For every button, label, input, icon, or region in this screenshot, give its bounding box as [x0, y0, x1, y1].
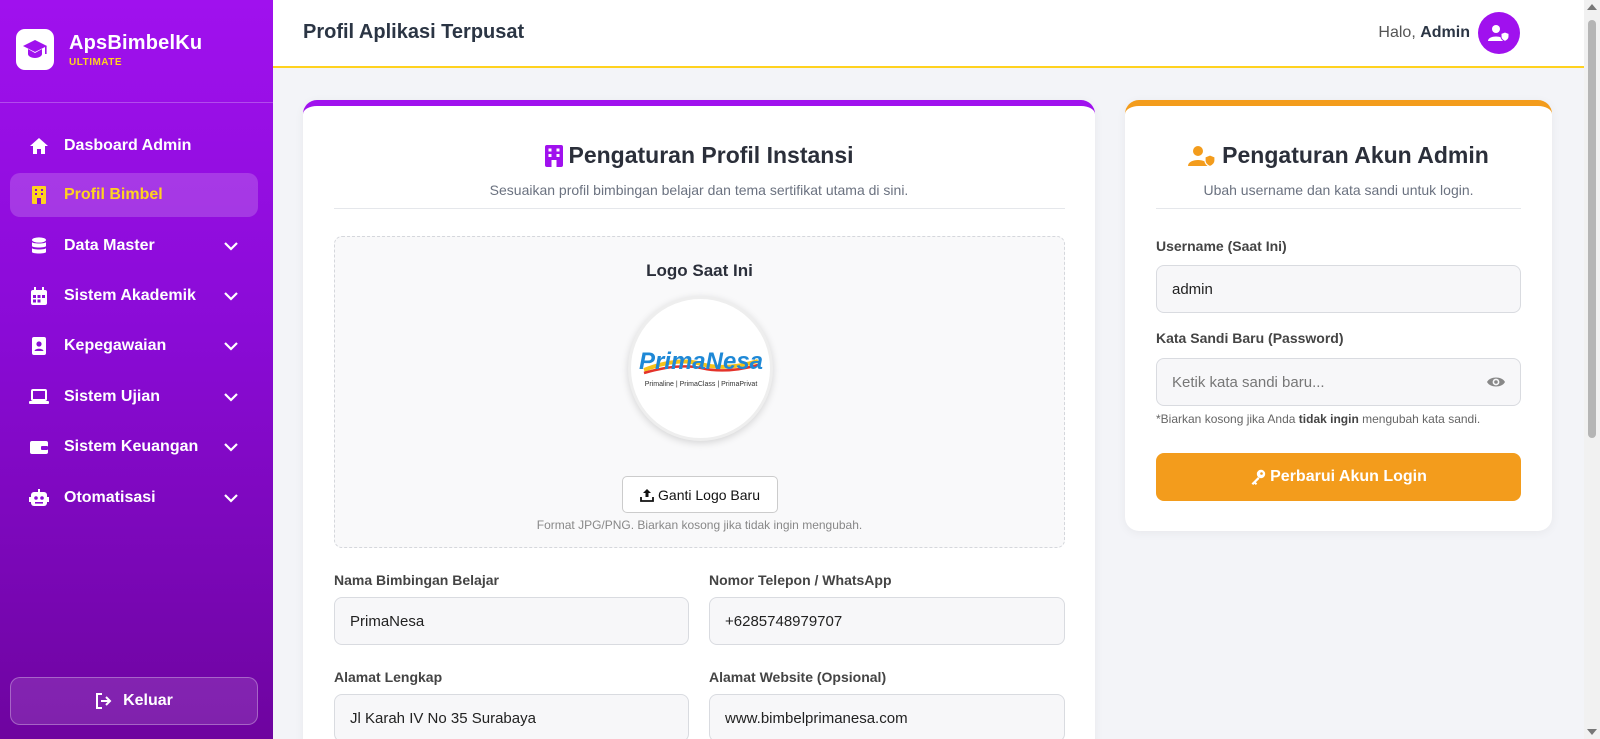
chevron-down-icon — [224, 393, 238, 402]
update-account-button[interactable]: Perbarui Akun Login — [1156, 453, 1521, 501]
top-header: Profil Aplikasi Terpusat Halo, Admin — [273, 0, 1584, 68]
brand-name: ApsBimbelKu — [69, 31, 203, 54]
user-shield-icon — [1488, 25, 1510, 42]
password-input[interactable]: Ketik kata sandi baru... — [1156, 358, 1521, 406]
logo-wordmark: PrimaNesa — [638, 348, 762, 375]
sidebar-item-sistem-ujian[interactable]: Sistem Ujian — [10, 375, 258, 419]
greeting-user: Admin — [1420, 24, 1470, 41]
chevron-down-icon — [224, 494, 238, 503]
chevron-down-icon — [224, 443, 238, 452]
sidebar-item-label: Sistem Keuangan — [64, 438, 199, 455]
laptop-icon — [28, 386, 50, 408]
card-divider — [1156, 208, 1521, 209]
phone-label: Nomor Telepon / WhatsApp — [709, 572, 892, 588]
greeting: Halo, Admin — [1378, 24, 1470, 42]
sidebar-item-label: Data Master — [64, 237, 155, 254]
scroll-down-icon[interactable] — [1587, 729, 1597, 735]
website-input[interactable]: www.bimbelprimanesa.com — [709, 694, 1065, 739]
profile-card-subtitle: Sesuaikan profil bimbingan belajar dan t… — [489, 181, 909, 198]
profile-card-title: Pengaturan Profil Instansi — [544, 142, 854, 169]
logout-label: Keluar — [123, 692, 173, 709]
building-icon — [28, 184, 50, 206]
sidebar-item-label: Sistem Akademik — [64, 287, 196, 304]
sidebar-item-sistem-akademik[interactable]: Sistem Akademik — [10, 274, 258, 318]
user-shield-icon — [1188, 145, 1216, 167]
upload-hint: Format JPG/PNG. Biarkan kosong jika tida… — [536, 518, 863, 532]
key-icon — [1251, 469, 1266, 485]
chevron-down-icon — [224, 342, 238, 351]
page-scrollbar[interactable] — [1584, 0, 1600, 739]
change-logo-button[interactable]: Ganti Logo Baru — [622, 476, 778, 513]
account-card-title: Pengaturan Akun Admin — [1188, 142, 1489, 169]
page-title: Profil Aplikasi Terpusat — [303, 21, 525, 43]
password-placeholder: Ketik kata sandi baru... — [1172, 373, 1325, 391]
name-input[interactable]: PrimaNesa — [334, 597, 689, 645]
phone-input[interactable]: +6285748979707 — [709, 597, 1065, 645]
sidebar-item-label: Dasboard Admin — [64, 137, 192, 154]
home-icon — [28, 135, 50, 157]
scroll-up-icon[interactable] — [1587, 4, 1597, 10]
robot-icon — [28, 487, 50, 509]
brand-tagline: ULTIMATE — [69, 56, 123, 68]
chevron-down-icon — [224, 242, 238, 251]
address-input[interactable]: Jl Karah IV No 35 Surabaya — [334, 694, 689, 739]
account-settings-card: Pengaturan Akun Admin Ubah username dan … — [1125, 100, 1552, 531]
greeting-text: Halo, — [1378, 24, 1416, 41]
current-logo: PrimaNesa Primaline | PrimaClass | Prima… — [628, 296, 773, 441]
primanesa-logo: PrimaNesa Primaline | PrimaClass | Prima… — [638, 348, 762, 388]
name-label: Nama Bimbingan Belajar — [334, 572, 499, 588]
sidebar-item-label: Sistem Ujian — [64, 388, 161, 405]
graduation-cap-icon — [16, 29, 54, 70]
database-icon — [28, 235, 50, 257]
sidebar-item-label: Kepegawaian — [64, 337, 167, 354]
sidebar-item-data-master[interactable]: Data Master — [10, 224, 258, 268]
website-label: Alamat Website (Opsional) — [709, 669, 887, 685]
sidebar-item-label: Otomatisasi — [64, 489, 156, 506]
sidebar-item-profil-bimbel[interactable]: Profil Bimbel — [10, 173, 258, 217]
logout-icon — [96, 693, 112, 709]
address-label: Alamat Lengkap — [334, 669, 443, 685]
sidebar-item-otomatisasi[interactable]: Otomatisasi — [10, 476, 258, 520]
scroll-thumb[interactable] — [1588, 20, 1596, 438]
logout-button[interactable]: Keluar — [10, 677, 258, 725]
brand[interactable]: ApsBimbelKu ULTIMATE — [16, 29, 202, 70]
username-input[interactable]: admin — [1156, 265, 1521, 313]
upload-icon — [640, 488, 654, 502]
password-label: Kata Sandi Baru (Password) — [1156, 330, 1344, 346]
card-divider — [334, 208, 1065, 209]
logo-title: Logo Saat Ini — [646, 261, 753, 280]
sidebar-item-label: Profil Bimbel — [64, 186, 163, 203]
sidebar-item-kepegawaian[interactable]: Kepegawaian — [10, 324, 258, 368]
logo-caption: Primaline | PrimaClass | PrimaPrivat — [644, 381, 757, 388]
building-icon — [544, 144, 563, 167]
username-label: Username (Saat Ini) — [1156, 238, 1287, 254]
calendar-icon — [28, 285, 50, 307]
sidebar: ApsBimbelKu ULTIMATE Dasboard Admin Prof… — [0, 0, 273, 739]
sidebar-divider — [0, 102, 273, 103]
id-badge-icon — [28, 335, 50, 357]
profile-settings-card: Pengaturan Profil Instansi Sesuaikan pro… — [303, 100, 1095, 739]
sidebar-item-sistem-keuangan[interactable]: Sistem Keuangan — [10, 425, 258, 469]
user-avatar[interactable] — [1478, 12, 1520, 54]
chevron-down-icon — [224, 292, 238, 301]
account-card-subtitle: Ubah username dan kata sandi untuk login… — [1203, 181, 1474, 198]
sidebar-item-dashboard[interactable]: Dasboard Admin — [10, 124, 258, 168]
logo-upload-area: Logo Saat Ini PrimaNesa Primaline | Prim… — [334, 236, 1065, 548]
eye-icon[interactable] — [1486, 373, 1506, 391]
password-hint: *Biarkan kosong jika Anda tidak ingin me… — [1156, 412, 1481, 426]
wallet-icon — [28, 436, 50, 458]
